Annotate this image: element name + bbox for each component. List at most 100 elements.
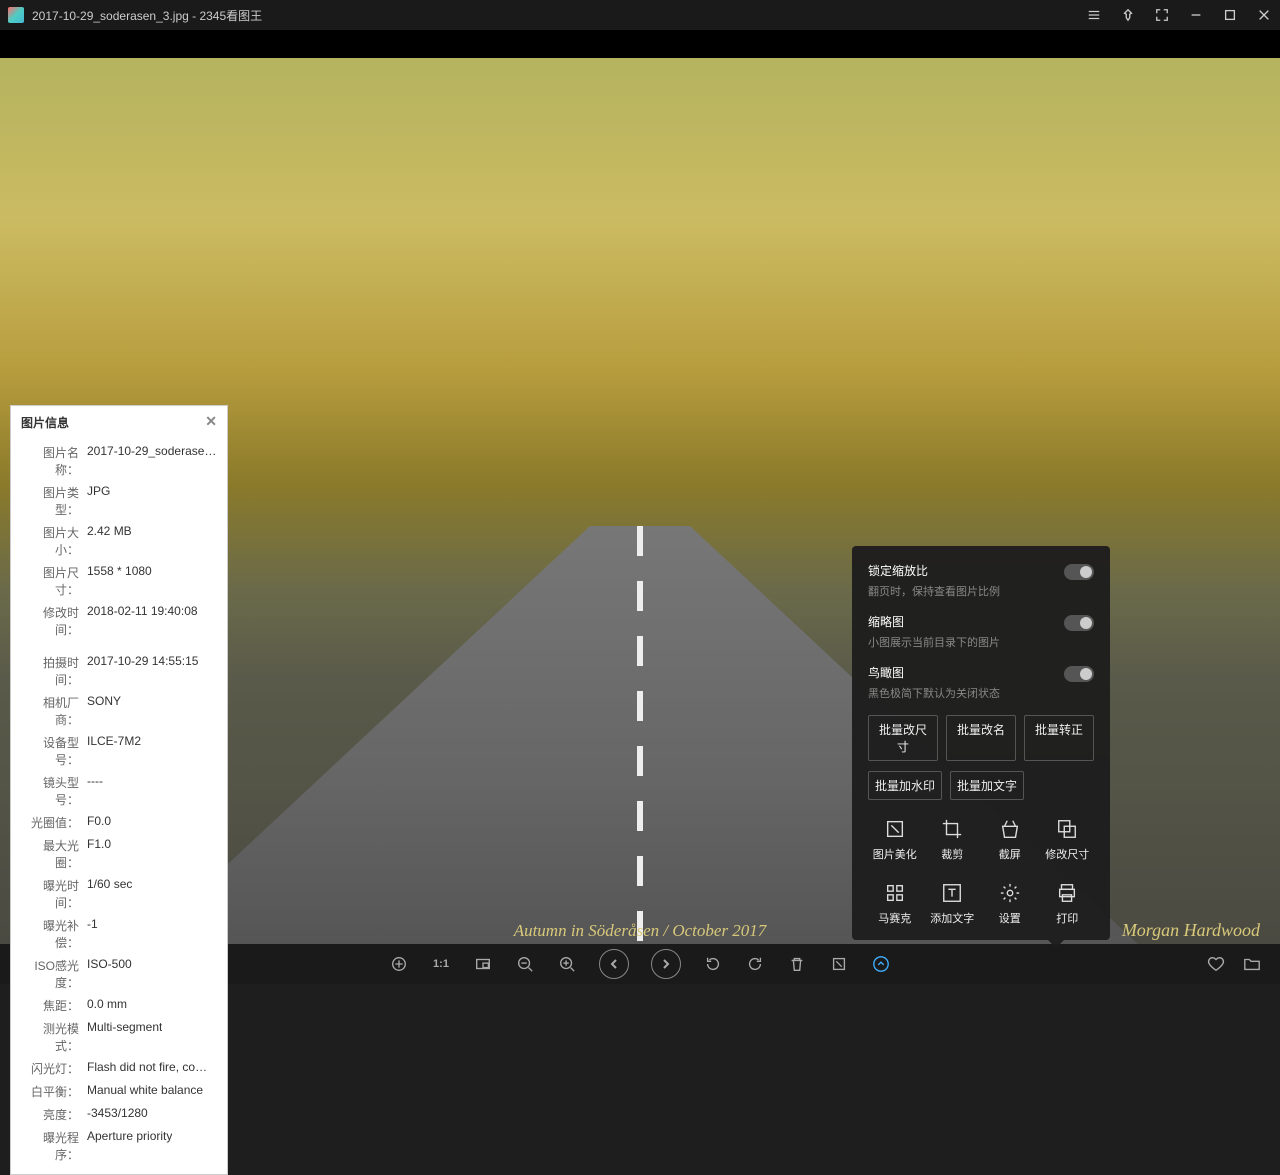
info-value: Manual white balance	[87, 1083, 203, 1100]
tool-resize[interactable]: 修改尺寸	[1041, 810, 1095, 870]
zoom-in-icon[interactable]	[557, 954, 577, 974]
info-label: 图片名称：	[21, 444, 79, 478]
next-image-button[interactable]	[651, 949, 681, 979]
info-row: 图片类型： JPG	[21, 481, 217, 521]
info-label: 拍摄时间：	[21, 654, 79, 688]
fullscreen-icon[interactable]	[1154, 7, 1170, 23]
actual-size-icon[interactable]: 1:1	[431, 954, 451, 974]
info-label: 白平衡：	[21, 1083, 79, 1100]
info-label: 图片大小：	[21, 524, 79, 558]
info-value: 2.42 MB	[87, 524, 132, 558]
open-folder-icon[interactable]	[1242, 954, 1262, 974]
info-value: -1	[87, 917, 98, 951]
image-signature: Morgan Hardwood	[1122, 920, 1260, 941]
info-row: 图片大小：2.42 MB	[21, 521, 217, 561]
info-row: 闪光灯：Flash did not fire, compul...	[21, 1057, 217, 1080]
titlebar: 2017-10-29_soderasen_3.jpg - 2345看图王	[0, 0, 1280, 30]
image-caption: Autumn in Söderåsen / October 2017	[514, 921, 767, 941]
info-label: 曝光时间：	[21, 877, 79, 911]
close-icon[interactable]	[1256, 7, 1272, 23]
info-value: ILCE-7M2	[87, 734, 141, 768]
zoom-out-icon[interactable]	[515, 954, 535, 974]
batch-resize-button[interactable]: 批量改尺寸	[868, 715, 938, 761]
setting-lock-zoom: 锁定缩放比 翻页时，保持查看图片比例	[868, 562, 1094, 599]
info-value: 1/60 sec	[87, 877, 132, 911]
info-row: 镜头型号：----	[21, 771, 217, 811]
delete-icon[interactable]	[787, 954, 807, 974]
info-value: 2018-02-11 19:40:08	[87, 604, 198, 638]
info-row: 设备型号：ILCE-7M2	[21, 731, 217, 771]
rotate-left-icon[interactable]	[703, 954, 723, 974]
window-controls	[1086, 7, 1272, 23]
info-label: 焦距：	[21, 997, 79, 1014]
more-tools-icon[interactable]	[871, 954, 891, 974]
info-label: 图片类型：	[21, 484, 79, 518]
title-filename: 2017-10-29_soderasen_3.jpg	[32, 9, 189, 23]
prev-image-button[interactable]	[599, 949, 629, 979]
info-value: F0.0	[87, 814, 111, 831]
info-close-icon[interactable]: ✕	[205, 414, 217, 428]
info-label: 曝光程序：	[21, 1129, 79, 1163]
info-label: 相机厂商：	[21, 694, 79, 728]
info-value: -3453/1280	[87, 1106, 148, 1123]
toggle-lock-zoom[interactable]	[1064, 564, 1094, 580]
maximize-icon[interactable]	[1222, 7, 1238, 23]
tool-crop[interactable]: 裁剪	[926, 810, 980, 870]
setting-birdview: 鸟瞰图 黑色极简下默认为关闭状态	[868, 664, 1094, 701]
tool-addtext[interactable]: 添加文字	[926, 874, 980, 934]
info-row: 修改时间：2018-02-11 19:40:08	[21, 601, 217, 641]
info-label: ISO感光度：	[21, 957, 79, 991]
info-value: F1.0	[87, 837, 111, 871]
info-label: 图片尺寸：	[21, 564, 79, 598]
window-title: 2017-10-29_soderasen_3.jpg - 2345看图王	[32, 7, 1086, 24]
rotate-right-icon[interactable]	[745, 954, 765, 974]
info-value: 2017-10-29_soderasen_3	[87, 444, 217, 478]
info-label: 设备型号：	[21, 734, 79, 768]
favorite-icon[interactable]	[1206, 954, 1226, 974]
tool-settings[interactable]: 设置	[983, 874, 1037, 934]
toggle-birdview[interactable]	[1064, 666, 1094, 682]
setting-thumbnail-sub: 小图展示当前目录下的图片	[868, 634, 1094, 650]
info-value: JPG	[87, 484, 110, 518]
info-label: 最大光圈：	[21, 837, 79, 871]
setting-birdview-title: 鸟瞰图	[868, 664, 1094, 681]
info-value: Multi-segment	[87, 1020, 162, 1054]
info-value: 1558 * 1080	[87, 564, 152, 598]
info-row: 光圈值：F0.0	[21, 811, 217, 834]
batch-rename-button[interactable]: 批量改名	[946, 715, 1016, 761]
tool-mosaic[interactable]: 马赛克	[868, 874, 922, 934]
setting-lock-zoom-sub: 翻页时，保持查看图片比例	[868, 583, 1094, 599]
tool-beautify[interactable]: 图片美化	[868, 810, 922, 870]
info-value: SONY	[87, 694, 121, 728]
beautify-icon[interactable]	[829, 954, 849, 974]
menu-icon[interactable]	[1086, 7, 1102, 23]
pin-icon[interactable]	[1120, 7, 1136, 23]
tool-screenshot[interactable]: 截屏	[983, 810, 1037, 870]
info-row: 图片名称：2017-10-29_soderasen_3	[21, 441, 217, 481]
batch-watermark-button[interactable]: 批量加水印	[868, 771, 942, 800]
title-appname: - 2345看图王	[189, 9, 262, 23]
info-row: 白平衡： Manual white balance	[21, 1080, 217, 1103]
info-label: 修改时间：	[21, 604, 79, 638]
info-value: 2017-10-29 14:55:15	[87, 654, 198, 688]
minimize-icon[interactable]	[1188, 7, 1204, 23]
info-panel-title: 图片信息	[21, 414, 69, 431]
info-label: 测光模式：	[21, 1020, 79, 1054]
mini-window-icon[interactable]	[473, 954, 493, 974]
batch-text-button[interactable]: 批量加文字	[950, 771, 1024, 800]
setting-birdview-sub: 黑色极简下默认为关闭状态	[868, 685, 1094, 701]
batch-rotate-button[interactable]: 批量转正	[1024, 715, 1094, 761]
info-row: 曝光补偿：-1	[21, 914, 217, 954]
tool-print[interactable]: 打印	[1041, 874, 1095, 934]
settings-popup: 锁定缩放比 翻页时，保持查看图片比例 缩略图 小图展示当前目录下的图片 鸟瞰图 …	[852, 546, 1110, 940]
info-row: 最大光圈： F1.0	[21, 834, 217, 874]
setting-thumbnail: 缩略图 小图展示当前目录下的图片	[868, 613, 1094, 650]
info-value: 0.0 mm	[87, 997, 127, 1014]
toggle-thumbnail[interactable]	[1064, 615, 1094, 631]
info-row: 图片尺寸：1558 * 1080	[21, 561, 217, 601]
fit-window-icon[interactable]	[389, 954, 409, 974]
info-row: 曝光时间：1/60 sec	[21, 874, 217, 914]
info-label: 闪光灯：	[21, 1060, 79, 1077]
info-row: 相机厂商：SONY	[21, 691, 217, 731]
info-label: 镜头型号：	[21, 774, 79, 808]
